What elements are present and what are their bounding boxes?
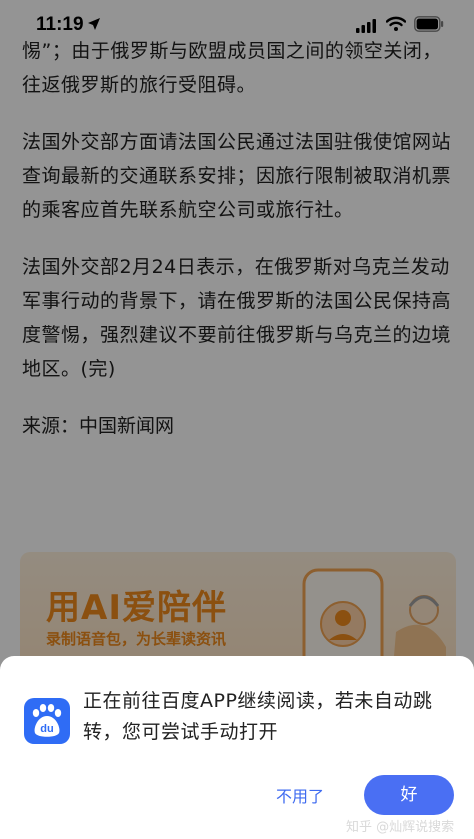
baidu-app-icon: du	[24, 698, 70, 744]
redirect-message: 正在前往百度APP继续阅读，若未自动跳转，您可尝试手动打开	[83, 690, 433, 743]
baidu-icon-label: du	[40, 723, 53, 735]
open-app-sheet: du 正在前往百度APP继续阅读，若未自动跳转，您可尝试手动打开 不用了 好	[0, 656, 474, 839]
cancel-button[interactable]: 不用了	[262, 784, 338, 810]
watermark: 知乎 @灿辉说搜索	[346, 820, 455, 835]
ok-button[interactable]: 好	[364, 775, 454, 815]
